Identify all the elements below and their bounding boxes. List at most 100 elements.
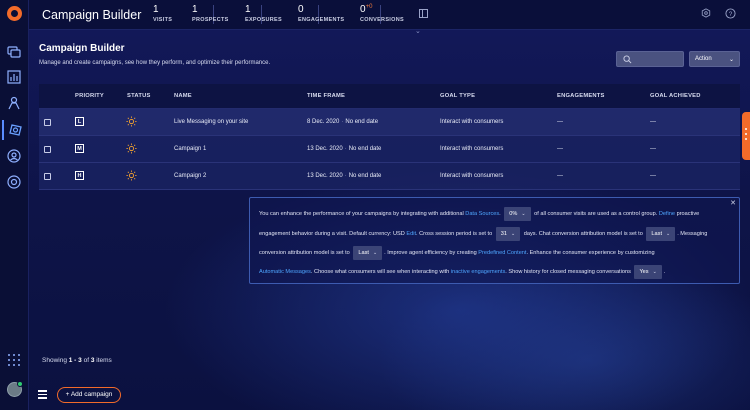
panel-toggle-icon[interactable] xyxy=(419,9,428,18)
contacts-icon[interactable] xyxy=(6,148,22,164)
dropdown-value: Yes xyxy=(639,269,649,275)
priority-badge: H xyxy=(75,171,84,180)
info-text: engagement behavior during a visit. Defa… xyxy=(259,231,405,237)
engagements-value: — xyxy=(557,173,563,179)
row-checkbox[interactable] xyxy=(44,119,51,126)
chevron-down-icon: ⌄ xyxy=(728,57,734,63)
settings-icon[interactable] xyxy=(701,8,713,20)
chevron-down-icon: ⌄ xyxy=(652,269,657,275)
start-date: 13 Dec. 2020 xyxy=(307,173,343,179)
search-input[interactable] xyxy=(616,51,684,67)
priority-badge: L xyxy=(75,117,84,126)
logo-icon[interactable] xyxy=(7,6,22,21)
edit-currency-link[interactable]: Edit xyxy=(406,231,416,237)
table-row[interactable]: M Campaign 1 13 Dec. 2020 · No end date In… xyxy=(39,136,740,163)
conversions-delta: +0 xyxy=(365,4,373,10)
add-campaign-button[interactable]: + Add campaign xyxy=(57,387,121,403)
metric-value: 1 xyxy=(153,4,159,15)
data-sources-link[interactable]: Data Sources xyxy=(465,211,499,217)
priority-badge: M xyxy=(75,144,84,153)
goal-type: Interact with consumers xyxy=(440,173,504,179)
metric-value: 0 xyxy=(298,4,304,15)
info-line: engagement behavior during a visit. Defa… xyxy=(259,227,707,241)
metric-prospects[interactable]: 1 PROSPECTS xyxy=(192,4,229,23)
control-group-dropdown[interactable]: 0% ⌄ xyxy=(504,207,531,221)
user-avatar[interactable] xyxy=(7,381,23,397)
column-header[interactable]: GOAL ACHIEVED xyxy=(650,93,701,99)
time-frame: 13 Dec. 2020 · No end date xyxy=(307,173,381,179)
end-date: No end date xyxy=(348,146,382,152)
metric-label: PROSPECTS xyxy=(192,17,229,23)
chat-attribution-dropdown[interactable]: Last ⌄ xyxy=(646,227,676,241)
metric-label: CONVERSIONS xyxy=(360,17,404,23)
app-title: Campaign Builder xyxy=(42,8,142,22)
footer-total: 3 xyxy=(90,357,95,364)
column-header[interactable]: ENGAGEMENTS xyxy=(557,93,605,99)
action-dropdown[interactable]: Action ⌄ xyxy=(689,51,740,67)
left-rail xyxy=(0,0,29,410)
chevron-right-icon: › xyxy=(133,8,136,18)
goal-achieved-value: — xyxy=(650,119,656,125)
predefined-content-link[interactable]: Predefined Content xyxy=(478,250,526,256)
row-checkbox[interactable] xyxy=(44,173,51,180)
info-text: . Show history for closed messaging conv… xyxy=(505,269,631,275)
metric-label: VISITS xyxy=(153,17,173,23)
campaigns-icon[interactable] xyxy=(2,120,27,140)
automatic-messages-link[interactable]: Automatic Messages xyxy=(259,269,311,275)
define-link[interactable]: Define xyxy=(659,211,675,217)
metric-value: 0+0 xyxy=(360,4,404,15)
status-active-icon xyxy=(126,143,137,154)
info-text: . Cross session period is set to xyxy=(416,231,493,237)
info-text: . Improve agent efficiency by creating xyxy=(384,250,477,256)
messaging-attribution-dropdown[interactable]: Last ⌄ xyxy=(353,246,383,260)
metric-visits[interactable]: 1 VISITS xyxy=(153,4,172,23)
history-dropdown[interactable]: Yes ⌄ xyxy=(634,265,662,279)
inactive-engagements-link[interactable]: inactive engagements xyxy=(451,269,505,275)
engagements-value: — xyxy=(557,146,563,152)
info-text: . Choose what consumers will see when in… xyxy=(310,269,450,275)
column-header[interactable]: NAME xyxy=(174,93,192,99)
agent-icon[interactable] xyxy=(6,95,22,111)
column-header[interactable]: STATUS xyxy=(127,93,151,99)
apps-grid-icon[interactable] xyxy=(6,352,22,368)
time-frame: 13 Dec. 2020 · No end date xyxy=(307,146,381,152)
conversations-icon[interactable] xyxy=(6,44,22,60)
analytics-icon[interactable] xyxy=(6,69,22,85)
chevron-down-icon[interactable]: ⌄ xyxy=(415,27,421,35)
info-text: . Messaging xyxy=(677,231,708,237)
metric-exposures[interactable]: 1 EXPOSURES xyxy=(245,4,282,23)
goal-achieved-value: — xyxy=(650,173,656,179)
goal-type: Interact with consumers xyxy=(440,146,504,152)
info-text: You can enhance the performance of your … xyxy=(259,211,464,217)
info-text: . Enhance the consumer experience by cus… xyxy=(526,250,655,256)
side-panel-handle[interactable] xyxy=(742,112,750,160)
chevron-down-icon: ⌄ xyxy=(521,211,526,217)
automation-icon[interactable] xyxy=(6,174,22,190)
action-label: Action xyxy=(695,56,712,62)
session-period-dropdown[interactable]: 31 ⌄ xyxy=(495,227,521,241)
help-icon[interactable]: ? xyxy=(725,8,737,20)
chevron-down-icon: ⌄ xyxy=(666,231,671,237)
status-active-icon xyxy=(126,170,137,181)
info-text: days. Chat conversion attribution model … xyxy=(523,231,643,237)
row-checkbox[interactable] xyxy=(44,146,51,153)
campaign-name[interactable]: Campaign 1 xyxy=(174,146,206,152)
campaign-name[interactable]: Live Messaging on your site xyxy=(174,119,248,125)
info-line: You can enhance the performance of your … xyxy=(259,207,699,221)
column-header[interactable]: GOAL TYPE xyxy=(440,93,475,99)
column-header[interactable]: PRIORITY xyxy=(75,93,104,99)
close-icon[interactable]: ✕ xyxy=(730,199,736,207)
campaign-name[interactable]: Campaign 2 xyxy=(174,173,206,179)
metric-conversions[interactable]: 0+0 CONVERSIONS xyxy=(360,4,404,23)
info-line: Automatic Messages. Choose what consumer… xyxy=(259,265,665,279)
dropdown-value: Last xyxy=(358,250,369,256)
footer-range: 1 - 3 xyxy=(68,357,82,364)
info-text: conversion attribution model is set to xyxy=(259,250,350,256)
column-header[interactable]: TIME FRAME xyxy=(307,93,345,99)
table-row[interactable]: H Campaign 2 13 Dec. 2020 · No end date In… xyxy=(39,163,740,190)
start-date: 8 Dec. 2020 xyxy=(307,119,340,125)
table-row[interactable]: L Live Messaging on your site 8 Dec. 202… xyxy=(39,109,740,136)
metric-engagements[interactable]: 0 ENGAGEMENTS xyxy=(298,4,344,23)
menu-icon[interactable] xyxy=(38,390,47,399)
online-status-dot xyxy=(17,381,23,387)
